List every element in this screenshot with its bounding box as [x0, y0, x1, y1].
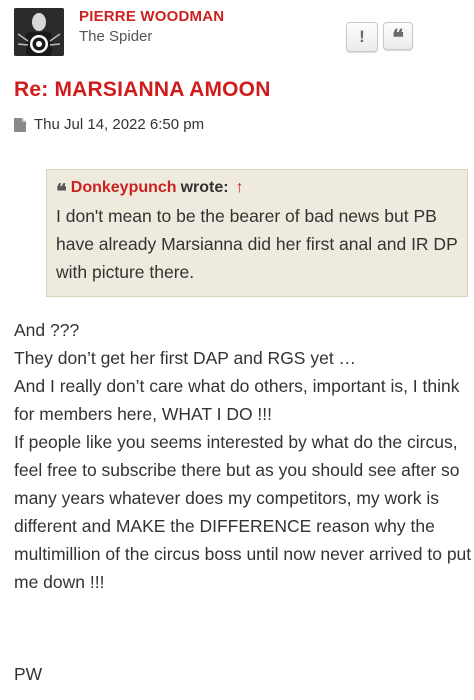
jump-to-post-icon[interactable]: ↑ — [236, 179, 244, 197]
quote-icon: ❝ — [392, 25, 404, 51]
body-line: And I really don’t care what do others, … — [14, 376, 460, 424]
post-meta: Thu Jul 14, 2022 6:50 pm — [14, 116, 204, 133]
post-document-icon — [14, 117, 26, 132]
quote-wrote-label: wrote: — [180, 179, 229, 196]
post-timestamp: Thu Jul 14, 2022 6:50 pm — [34, 116, 205, 133]
author-username[interactable]: PIERRE WOODMAN — [79, 8, 224, 25]
report-icon: ! — [359, 27, 365, 46]
report-button[interactable]: ! — [346, 22, 378, 52]
user-avatar[interactable] — [14, 8, 64, 56]
quote-text: I don't mean to be the bearer of bad new… — [56, 206, 458, 282]
body-line: If people like you seems interested by w… — [14, 432, 472, 592]
body-line: They don’t get her first DAP and RGS yet… — [14, 348, 357, 368]
quote-button[interactable]: ❝ — [383, 22, 413, 50]
post-title[interactable]: Re: MARSIANNA AMOON — [14, 78, 271, 102]
quote-mark-icon: ❝ — [56, 179, 67, 203]
quote-author-link[interactable]: Donkeypunch — [71, 179, 177, 197]
quote-block: ❝ Donkeypunch wrote: ↑ I don't mean to b… — [46, 169, 468, 297]
spider-avatar-icon — [14, 8, 64, 56]
body-line: And ??? — [14, 320, 80, 340]
post-header: PIERRE WOODMAN The Spider ! ❝ — [0, 0, 474, 70]
post-signature: PW — [14, 664, 43, 684]
post-body: And ??? They don’t get her first DAP and… — [14, 316, 472, 596]
quote-citation: ❝ Donkeypunch wrote: ↑ — [56, 178, 458, 203]
author-rank: The Spider — [79, 28, 153, 45]
